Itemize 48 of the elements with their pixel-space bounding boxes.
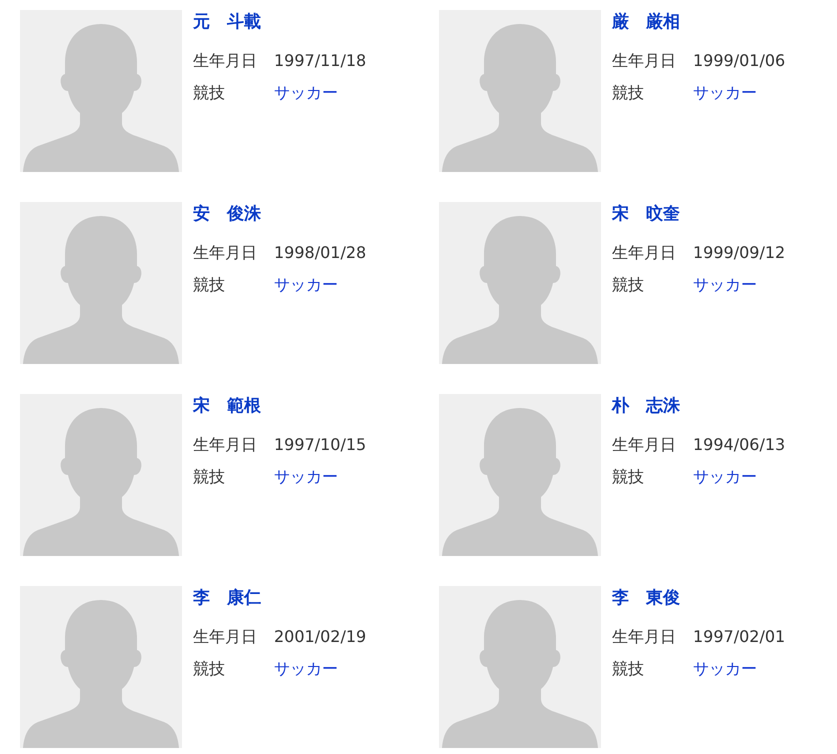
sport-label: 競技 [612, 82, 645, 104]
sport-label: 競技 [193, 658, 226, 680]
player-name[interactable]: 宋 旼奎 [612, 203, 680, 225]
avatar-icon [20, 10, 182, 172]
sport-link[interactable]: サッカー [274, 82, 338, 104]
birth-date: 1999/01/06 [693, 50, 786, 72]
birth-date-label: 生年月日 [193, 434, 258, 456]
birth-date: 1998/01/28 [274, 242, 366, 264]
birth-date-label: 生年月日 [193, 626, 258, 648]
sport-link[interactable]: サッカー [274, 658, 338, 680]
sport-label: 競技 [612, 274, 645, 296]
player-name[interactable]: 元 斗載 [193, 11, 261, 33]
sport-link[interactable]: サッカー [693, 274, 757, 296]
avatar-icon [439, 394, 601, 556]
player-name[interactable]: 厳 厳相 [612, 11, 680, 33]
sport-label: 競技 [193, 466, 226, 488]
player-name[interactable]: 李 康仁 [193, 587, 261, 609]
avatar-icon [439, 10, 601, 172]
sport-label: 競技 [612, 658, 645, 680]
birth-date-label: 生年月日 [612, 242, 677, 264]
birth-date: 1999/09/12 [693, 242, 786, 264]
birth-date: 1997/10/15 [274, 434, 366, 456]
sport-link[interactable]: サッカー [693, 82, 757, 104]
birth-date: 1997/02/01 [693, 626, 786, 648]
sport-label: 競技 [612, 466, 645, 488]
birth-date-label: 生年月日 [193, 50, 258, 72]
birth-date: 1997/11/18 [274, 50, 366, 72]
sport-link[interactable]: サッカー [274, 466, 338, 488]
player-name[interactable]: 宋 範根 [193, 395, 261, 417]
birth-date: 1994/06/13 [693, 434, 786, 456]
avatar-icon [439, 202, 601, 364]
birth-date-label: 生年月日 [612, 434, 677, 456]
player-name[interactable]: 安 俊洙 [193, 203, 261, 225]
avatar-icon [20, 586, 182, 748]
sport-label: 競技 [193, 274, 226, 296]
birth-date: 2001/02/19 [274, 626, 366, 648]
sport-link[interactable]: サッカー [693, 466, 757, 488]
birth-date-label: 生年月日 [193, 242, 258, 264]
sport-link[interactable]: サッカー [274, 274, 338, 296]
sport-label: 競技 [193, 82, 226, 104]
sport-link[interactable]: サッカー [693, 658, 757, 680]
player-name[interactable]: 朴 志洙 [612, 395, 680, 417]
birth-date-label: 生年月日 [612, 50, 677, 72]
avatar-icon [439, 586, 601, 748]
avatar-icon [20, 394, 182, 556]
player-name[interactable]: 李 東俊 [612, 587, 680, 609]
avatar-icon [20, 202, 182, 364]
birth-date-label: 生年月日 [612, 626, 677, 648]
